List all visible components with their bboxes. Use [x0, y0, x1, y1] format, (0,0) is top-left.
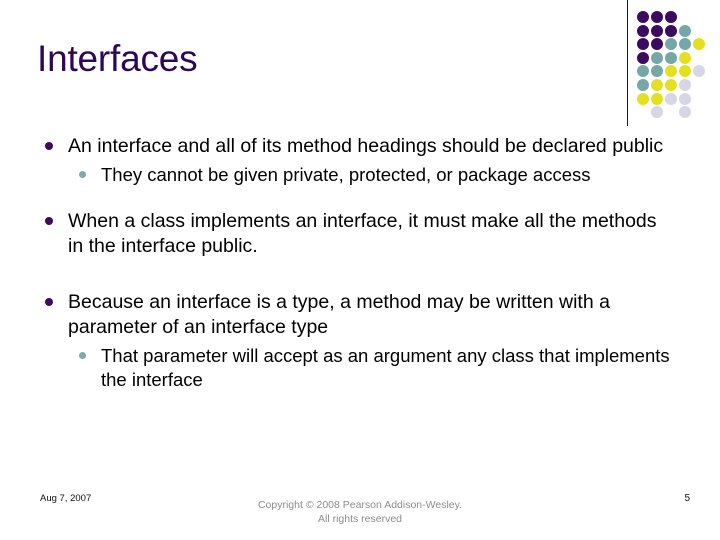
dot-purple-icon: [651, 11, 663, 23]
bullet-item-1-sub-1: They cannot be given private, protected,…: [68, 163, 670, 187]
dot-teal-icon: [637, 78, 649, 91]
sub-bullet-marker-icon: [79, 351, 86, 359]
dot-teal-icon: [665, 38, 677, 51]
dot-lavender-icon: [665, 92, 677, 105]
dot-purple-icon: [665, 24, 677, 37]
bullet-item-1: An interface and all of its method headi…: [40, 134, 670, 187]
footer-copyright-line-1: Copyright © 2008 Pearson Addison-Wesley.: [257, 499, 463, 511]
dot-empty-icon: [693, 93, 705, 105]
dot-teal-icon: [651, 65, 663, 78]
bullet-item-1-sublist: They cannot be given private, protected,…: [68, 163, 670, 187]
bullet-item-2: When a class implements an interface, it…: [40, 209, 670, 260]
dot-yellow-icon: [651, 78, 663, 91]
dot-purple-icon: [637, 11, 649, 23]
slide-title: Interfaces: [37, 38, 198, 79]
dot-empty-icon: [665, 106, 677, 118]
dot-empty-icon: [693, 79, 705, 91]
dot-lavender-icon: [651, 106, 663, 119]
bullet-item-3-text: Because an interface is a type, a method…: [68, 290, 610, 339]
dot-grid-row: [637, 65, 709, 79]
dot-empty-icon: [693, 11, 705, 23]
dot-yellow-icon: [693, 38, 705, 51]
dot-purple-icon: [637, 51, 649, 64]
dot-empty-icon: [693, 106, 705, 118]
dot-grid-row: [637, 92, 709, 107]
dot-empty-icon: [679, 11, 691, 23]
dot-empty-icon: [637, 106, 649, 118]
dot-lavender-icon: [679, 106, 691, 119]
footer-copyright-line-2: All rights reserved: [317, 513, 403, 525]
dot-teal-icon: [665, 51, 677, 64]
dot-grid-row: [637, 106, 709, 120]
dot-lavender-icon: [679, 92, 691, 105]
footer-copyright: Copyright © 2008 Pearson Addison-Wesley.…: [0, 498, 720, 526]
dot-teal-icon: [679, 38, 691, 51]
dot-grid-row: [637, 38, 709, 52]
bullet-item-3-sub-1: That parameter will accept as an argumen…: [68, 344, 670, 392]
dot-yellow-icon: [679, 51, 691, 64]
dot-yellow-icon: [679, 65, 691, 78]
bullet-marker-icon: [45, 142, 53, 150]
dot-teal-icon: [637, 65, 649, 78]
dot-yellow-icon: [651, 92, 663, 105]
dot-yellow-icon: [637, 92, 649, 105]
dot-purple-icon: [637, 38, 649, 51]
bullet-marker-icon: [45, 216, 53, 225]
dot-teal-icon: [651, 51, 663, 64]
decorative-vertical-rule: [627, 0, 628, 126]
sub-bullet-marker-icon: [79, 170, 86, 178]
dot-lavender-icon: [693, 65, 705, 78]
dot-grid-row: [637, 11, 709, 25]
bullet-item-3-sublist: That parameter will accept as an argumen…: [68, 344, 670, 392]
dot-yellow-icon: [665, 65, 677, 78]
dot-purple-icon: [651, 38, 663, 51]
dot-teal-icon: [679, 24, 691, 37]
dot-lavender-icon: [679, 78, 691, 91]
bullet-item-2-text: When a class implements an interface, it…: [68, 209, 657, 258]
dot-grid-row: [637, 24, 709, 39]
bullet-item-3: Because an interface is a type, a method…: [40, 290, 670, 392]
dot-empty-icon: [693, 52, 705, 64]
dot-empty-icon: [693, 25, 705, 37]
decorative-dot-grid: [637, 11, 709, 121]
dot-grid-row: [637, 51, 709, 66]
dot-purple-icon: [651, 24, 663, 37]
slide-body: An interface and all of its method headi…: [40, 134, 670, 414]
bullet-item-1-text: An interface and all of its method headi…: [68, 135, 664, 157]
bullet-marker-icon: [45, 297, 53, 306]
footer-page-number: 5: [684, 493, 690, 504]
dot-purple-icon: [637, 24, 649, 37]
dot-yellow-icon: [665, 78, 677, 91]
bullet-item-1-sub-1-text: They cannot be given private, protected,…: [101, 163, 591, 185]
dot-grid-row: [637, 78, 709, 93]
bullet-item-3-sub-1-text: That parameter will accept as an argumen…: [101, 344, 670, 390]
dot-purple-icon: [665, 11, 677, 23]
